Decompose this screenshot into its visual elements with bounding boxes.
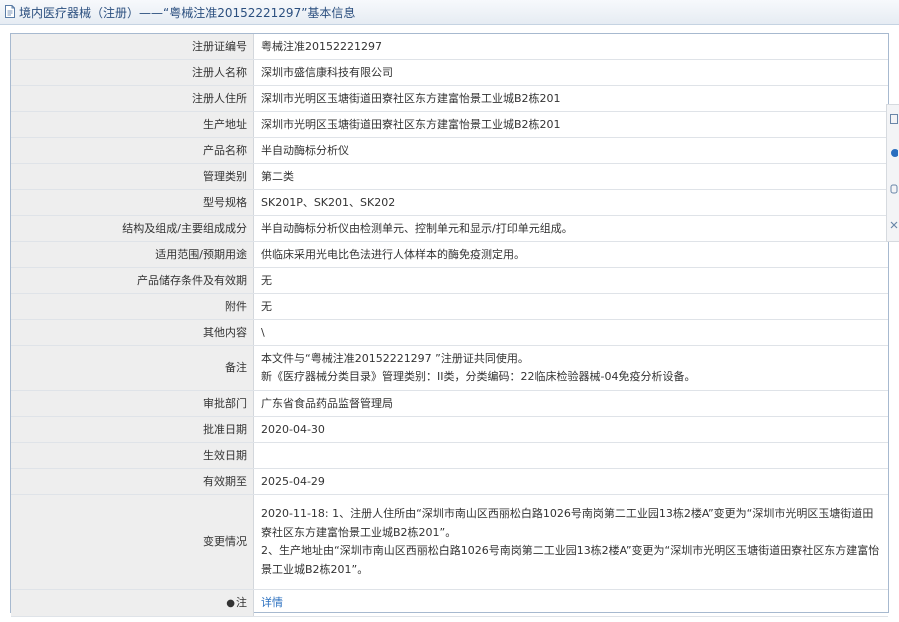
row-label: 适用范围/预期用途 xyxy=(11,241,254,268)
remarks-line: 本文件与“粤械注准20152221297 ”注册证共同使用。 xyxy=(261,352,529,365)
row-label: 产品储存条件及有效期 xyxy=(11,267,254,294)
page-header: 境内医疗器械（注册）——“粤械注准20152221297”基本信息 xyxy=(0,0,899,25)
row-label: 附件 xyxy=(11,293,254,320)
document-icon[interactable] xyxy=(890,114,898,124)
table-row: 生效日期 xyxy=(11,442,888,469)
row-label: 型号规格 xyxy=(11,189,254,216)
note-label: ●注 xyxy=(11,589,254,617)
row-value: SK201P、SK201、SK202 xyxy=(253,189,888,216)
table-row: ●注 详情 xyxy=(11,589,888,617)
remarks-line: 新《医疗器械分类目录》管理类别：II类，分类编码：22临床检验器械-04免疫分析… xyxy=(261,370,696,383)
table-row: 备注 本文件与“粤械注准20152221297 ”注册证共同使用。 新《医疗器械… xyxy=(11,345,888,391)
row-label: 审批部门 xyxy=(11,390,254,417)
row-value: 半自动酶标分析仪 xyxy=(253,137,888,164)
table-row: 批准日期 2020-04-30 xyxy=(11,416,888,443)
table-row: 管理类别 第二类 xyxy=(11,163,888,190)
table-row: 审批部门 广东省食品药品监督管理局 xyxy=(11,390,888,417)
row-value: 无 xyxy=(253,293,888,320)
row-label: 注册人住所 xyxy=(11,85,254,112)
row-label: 批准日期 xyxy=(11,416,254,443)
table-row: 变更情况 2020-11-18: 1、注册人住所由“深圳市南山区西丽松白路102… xyxy=(11,494,888,590)
row-value: 广东省食品药品监督管理局 xyxy=(253,390,888,417)
row-value: 深圳市盛信康科技有限公司 xyxy=(253,59,888,86)
note-value: 详情 xyxy=(253,589,888,617)
note-label-text: 注 xyxy=(236,595,247,609)
row-label: 产品名称 xyxy=(11,137,254,164)
row-value: 2020-04-30 xyxy=(253,416,888,443)
row-label: 备注 xyxy=(11,345,254,391)
remarks-value: 本文件与“粤械注准20152221297 ”注册证共同使用。 新《医疗器械分类目… xyxy=(253,345,888,391)
info-panel: 注册证编号 粤械注准20152221297 注册人名称 深圳市盛信康科技有限公司… xyxy=(10,33,889,617)
row-value: 无 xyxy=(253,267,888,294)
row-label: 变更情况 xyxy=(11,494,254,590)
table-row: 附件 无 xyxy=(11,293,888,320)
row-label: 结构及组成/主要组成成分 xyxy=(11,215,254,242)
table-row: 注册证编号 粤械注准20152221297 xyxy=(11,34,888,60)
side-toolbar xyxy=(886,104,899,242)
row-value: 粤械注准20152221297 xyxy=(253,34,888,60)
row-label: 注册证编号 xyxy=(11,34,254,60)
table-row: 型号规格 SK201P、SK201、SK202 xyxy=(11,189,888,216)
pin-icon: ● xyxy=(226,597,235,609)
table-row: 产品储存条件及有效期 无 xyxy=(11,267,888,294)
row-value xyxy=(253,442,888,469)
row-label: 生效日期 xyxy=(11,442,254,469)
row-value: 半自动酶标分析仪由检测单元、控制单元和显示/打印单元组成。 xyxy=(253,215,888,242)
circle-icon[interactable] xyxy=(890,148,898,158)
row-value: 供临床采用光电比色法进行人体样本的酶免疫测定用。 xyxy=(253,241,888,268)
table-row: 有效期至 2025-04-29 xyxy=(11,468,888,495)
row-value: 第二类 xyxy=(253,163,888,190)
table-row: 生产地址 深圳市光明区玉塘街道田寮社区东方建富怡景工业城B2栋201 xyxy=(11,111,888,138)
change-text: 2020-11-18: 1、注册人住所由“深圳市南山区西丽松白路1026号南岗第… xyxy=(261,507,880,576)
row-value: 深圳市光明区玉塘街道田寮社区东方建富怡景工业城B2栋201 xyxy=(253,85,888,112)
details-link[interactable]: 详情 xyxy=(261,596,283,609)
row-value: 深圳市光明区玉塘街道田寮社区东方建富怡景工业城B2栋201 xyxy=(253,111,888,138)
link-icon[interactable] xyxy=(890,184,898,194)
info-table: 注册证编号 粤械注准20152221297 注册人名称 深圳市盛信康科技有限公司… xyxy=(11,34,888,617)
row-label: 有效期至 xyxy=(11,468,254,495)
close-icon[interactable] xyxy=(890,220,898,230)
table-row: 适用范围/预期用途 供临床采用光电比色法进行人体样本的酶免疫测定用。 xyxy=(11,241,888,268)
change-value: 2020-11-18: 1、注册人住所由“深圳市南山区西丽松白路1026号南岗第… xyxy=(253,494,888,590)
row-label: 注册人名称 xyxy=(11,59,254,86)
page-title: 境内医疗器械（注册）——“粤械注准20152221297”基本信息 xyxy=(19,6,356,20)
document-icon xyxy=(5,5,15,18)
table-row: 其他内容 \ xyxy=(11,319,888,346)
row-value: \ xyxy=(253,319,888,346)
row-label: 管理类别 xyxy=(11,163,254,190)
table-row: 注册人名称 深圳市盛信康科技有限公司 xyxy=(11,59,888,86)
row-value: 2025-04-29 xyxy=(253,468,888,495)
table-row: 产品名称 半自动酶标分析仪 xyxy=(11,137,888,164)
table-row: 结构及组成/主要组成成分 半自动酶标分析仪由检测单元、控制单元和显示/打印单元组… xyxy=(11,215,888,242)
row-label: 其他内容 xyxy=(11,319,254,346)
table-row: 注册人住所 深圳市光明区玉塘街道田寮社区东方建富怡景工业城B2栋201 xyxy=(11,85,888,112)
row-label: 生产地址 xyxy=(11,111,254,138)
